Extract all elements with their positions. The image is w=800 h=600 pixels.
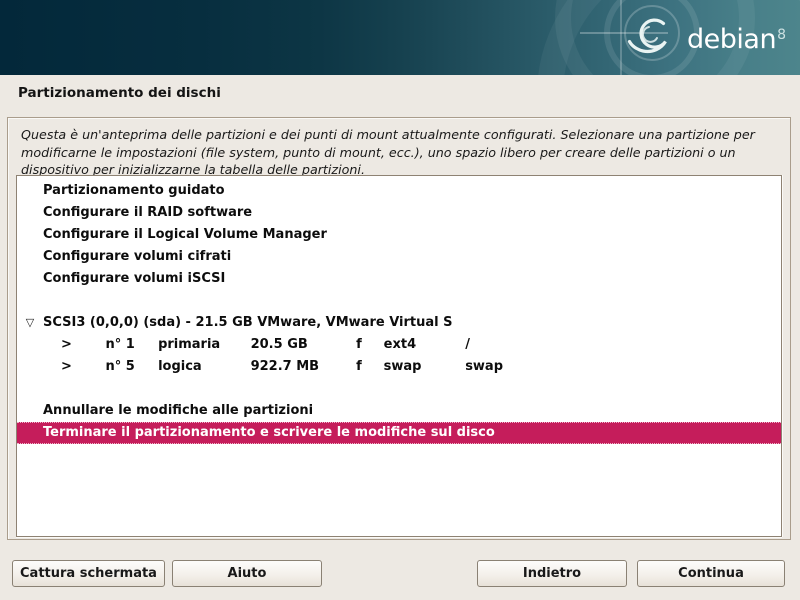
partition-filesystem: ext4 <box>384 334 461 356</box>
list-item-guided-partitioning[interactable]: Partizionamento guidato <box>17 180 781 202</box>
help-button[interactable]: Aiuto <box>172 560 322 587</box>
list-item-finish-partitioning-selected[interactable]: Terminare il partizionamento e scrivere … <box>17 422 781 444</box>
banner-art <box>0 0 800 75</box>
partition-number: n° 5 <box>106 356 154 378</box>
question-frame: Questa è un'anteprima delle partizioni e… <box>7 117 791 540</box>
expander-triangle-icon[interactable]: ▽ <box>22 312 38 334</box>
list-item-configure-raid[interactable]: Configurare il RAID software <box>17 202 781 224</box>
list-item-disk-sda[interactable]: ▽ SCSI3 (0,0,0) (sda) - 21.5 GB VMware, … <box>17 312 781 334</box>
brand-name: debian <box>687 24 776 55</box>
header-banner: debian8 <box>0 0 800 75</box>
list-item-configure-iscsi[interactable]: Configurare volumi iSCSI <box>17 268 781 290</box>
list-spacer <box>17 378 781 400</box>
brand-version: 8 <box>777 27 786 43</box>
partition-type: logica <box>158 356 246 378</box>
debian-logo-text: debian8 <box>687 20 786 55</box>
partition-format-flag: f <box>356 334 379 356</box>
instructions-text: Questa è un'anteprima delle partizioni e… <box>8 118 783 179</box>
partition-marker-icon: > <box>61 356 101 378</box>
partition-filesystem: swap <box>384 356 461 378</box>
partition-marker-icon: > <box>61 334 101 356</box>
partition-size: 20.5 GB <box>251 334 308 356</box>
disk-label: SCSI3 (0,0,0) (sda) - 21.5 GB VMware, VM… <box>43 315 452 330</box>
partition-list[interactable]: Partizionamento guidato Configurare il R… <box>16 175 782 537</box>
partition-number: n° 1 <box>106 334 154 356</box>
screenshot-button[interactable]: Cattura schermata <box>12 560 165 587</box>
partition-mountpoint: swap <box>465 356 503 378</box>
list-item-configure-lvm[interactable]: Configurare il Logical Volume Manager <box>17 224 781 246</box>
list-item-partition-5[interactable]: > n° 5 logica 922.7 MB f swap swap <box>17 356 781 378</box>
partition-format-flag: f <box>356 356 379 378</box>
list-item-configure-encrypted[interactable]: Configurare volumi cifrati <box>17 246 781 268</box>
back-button[interactable]: Indietro <box>477 560 627 587</box>
list-item-undo-changes[interactable]: Annullare le modifiche alle partizioni <box>17 400 781 422</box>
continue-button[interactable]: Continua <box>637 560 785 587</box>
list-spacer <box>17 290 781 312</box>
partition-type: primaria <box>158 334 246 356</box>
partition-mountpoint: / <box>465 334 470 356</box>
partition-size: 922.7 MB <box>251 356 308 378</box>
list-item-partition-1[interactable]: > n° 1 primaria 20.5 GB f ext4 / <box>17 334 781 356</box>
page-title: Partizionamento dei dischi <box>18 85 221 101</box>
debian-swirl-icon <box>630 20 666 51</box>
